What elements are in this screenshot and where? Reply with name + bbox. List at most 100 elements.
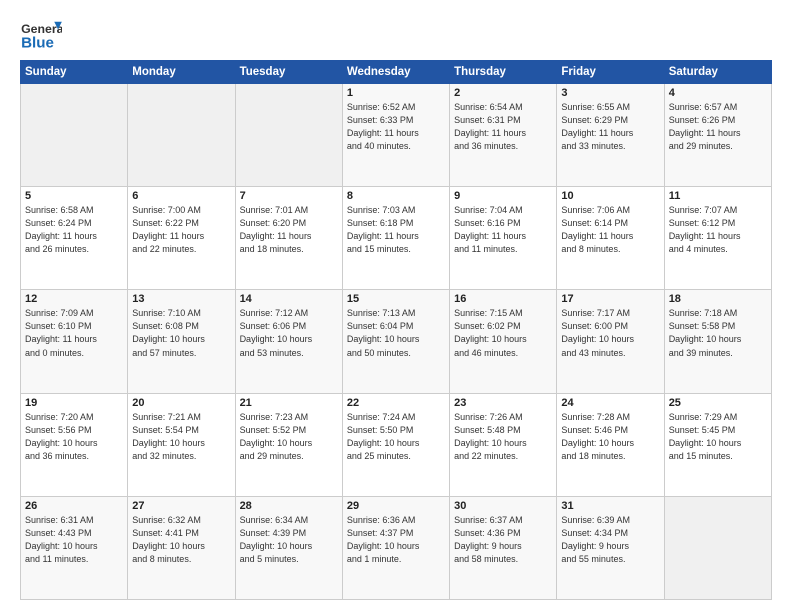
calendar-cell: 24 Sunrise: 7:28 AM Sunset: 5:46 PM Dayli… [557,393,664,496]
day-number: 1 [347,87,445,99]
calendar-cell: 26 Sunrise: 6:31 AM Sunset: 4:43 PM Dayli… [21,496,128,599]
day-number: 12 [25,293,123,305]
day-number: 29 [347,500,445,512]
weekday-header-monday: Monday [128,61,235,84]
day-info: Sunrise: 7:10 AM Sunset: 6:08 PM Dayligh… [132,307,230,359]
day-info: Sunrise: 7:23 AM Sunset: 5:52 PM Dayligh… [240,411,338,463]
day-number: 2 [454,87,552,99]
calendar-cell: 3 Sunrise: 6:55 AM Sunset: 6:29 PM Daylig… [557,84,664,187]
calendar-cell [235,84,342,187]
day-number: 28 [240,500,338,512]
page: General Blue SundayMondayTuesdayWednesda… [0,0,792,612]
svg-text:Blue: Blue [21,34,54,51]
day-number: 13 [132,293,230,305]
day-info: Sunrise: 7:12 AM Sunset: 6:06 PM Dayligh… [240,307,338,359]
weekday-header-tuesday: Tuesday [235,61,342,84]
calendar-cell: 19 Sunrise: 7:20 AM Sunset: 5:56 PM Dayli… [21,393,128,496]
calendar-cell: 7Sunrise: 7:01 AM Sunset: 6:20 PM Daylig… [235,187,342,290]
day-number: 4 [669,87,767,99]
weekday-header-thursday: Thursday [450,61,557,84]
day-number: 27 [132,500,230,512]
calendar-cell: 20Sunrise: 7:21 AM Sunset: 5:54 PM Dayli… [128,393,235,496]
day-number: 6 [132,190,230,202]
day-number: 30 [454,500,552,512]
calendar-cell: 1Sunrise: 6:52 AM Sunset: 6:33 PM Daylig… [342,84,449,187]
calendar-week-4: 19 Sunrise: 7:20 AM Sunset: 5:56 PM Dayli… [21,393,772,496]
calendar-cell [21,84,128,187]
day-info: Sunrise: 6:34 AM Sunset: 4:39 PM Dayligh… [240,514,338,566]
weekday-header-saturday: Saturday [664,61,771,84]
header: General Blue [20,18,772,54]
day-info: Sunrise: 7:29 AM Sunset: 5:45 PM Dayligh… [669,411,767,463]
calendar-cell: 22 Sunrise: 7:24 AM Sunset: 5:50 PM Dayli… [342,393,449,496]
day-number: 9 [454,190,552,202]
day-number: 20 [132,397,230,409]
calendar-week-3: 12 Sunrise: 7:09 AM Sunset: 6:10 PM Dayli… [21,290,772,393]
calendar-cell: 27 Sunrise: 6:32 AM Sunset: 4:41 PM Dayli… [128,496,235,599]
calendar-cell: 15 Sunrise: 7:13 AM Sunset: 6:04 PM Dayli… [342,290,449,393]
day-number: 19 [25,397,123,409]
day-info: Sunrise: 7:09 AM Sunset: 6:10 PM Dayligh… [25,307,123,359]
calendar-cell: 11Sunrise: 7:07 AM Sunset: 6:12 PM Dayli… [664,187,771,290]
weekday-header-row: SundayMondayTuesdayWednesdayThursdayFrid… [21,61,772,84]
day-number: 21 [240,397,338,409]
weekday-header-wednesday: Wednesday [342,61,449,84]
day-info: Sunrise: 6:55 AM Sunset: 6:29 PM Dayligh… [561,101,659,153]
calendar-week-2: 5Sunrise: 6:58 AM Sunset: 6:24 PM Daylig… [21,187,772,290]
day-info: Sunrise: 7:20 AM Sunset: 5:56 PM Dayligh… [25,411,123,463]
day-number: 22 [347,397,445,409]
day-info: Sunrise: 7:17 AM Sunset: 6:00 PM Dayligh… [561,307,659,359]
calendar-cell: 4 Sunrise: 6:57 AM Sunset: 6:26 PM Daylig… [664,84,771,187]
day-info: Sunrise: 6:39 AM Sunset: 4:34 PM Dayligh… [561,514,659,566]
day-info: Sunrise: 7:28 AM Sunset: 5:46 PM Dayligh… [561,411,659,463]
calendar-cell: 21 Sunrise: 7:23 AM Sunset: 5:52 PM Dayli… [235,393,342,496]
calendar-cell [128,84,235,187]
day-number: 17 [561,293,659,305]
day-info: Sunrise: 6:37 AM Sunset: 4:36 PM Dayligh… [454,514,552,566]
day-number: 26 [25,500,123,512]
calendar-cell: 25 Sunrise: 7:29 AM Sunset: 5:45 PM Dayli… [664,393,771,496]
day-info: Sunrise: 7:13 AM Sunset: 6:04 PM Dayligh… [347,307,445,359]
calendar-cell: 28 Sunrise: 6:34 AM Sunset: 4:39 PM Dayli… [235,496,342,599]
day-info: Sunrise: 7:15 AM Sunset: 6:02 PM Dayligh… [454,307,552,359]
day-number: 23 [454,397,552,409]
day-info: Sunrise: 7:00 AM Sunset: 6:22 PM Dayligh… [132,204,230,256]
day-number: 31 [561,500,659,512]
calendar-cell: 18 Sunrise: 7:18 AM Sunset: 5:58 PM Dayli… [664,290,771,393]
day-number: 25 [669,397,767,409]
calendar-cell: 16 Sunrise: 7:15 AM Sunset: 6:02 PM Dayli… [450,290,557,393]
day-number: 10 [561,190,659,202]
calendar-week-1: 1Sunrise: 6:52 AM Sunset: 6:33 PM Daylig… [21,84,772,187]
day-info: Sunrise: 7:01 AM Sunset: 6:20 PM Dayligh… [240,204,338,256]
calendar-cell: 9Sunrise: 7:04 AM Sunset: 6:16 PM Daylig… [450,187,557,290]
day-info: Sunrise: 7:03 AM Sunset: 6:18 PM Dayligh… [347,204,445,256]
day-number: 18 [669,293,767,305]
day-number: 24 [561,397,659,409]
weekday-header-friday: Friday [557,61,664,84]
calendar-cell: 13 Sunrise: 7:10 AM Sunset: 6:08 PM Dayli… [128,290,235,393]
day-info: Sunrise: 7:26 AM Sunset: 5:48 PM Dayligh… [454,411,552,463]
calendar: SundayMondayTuesdayWednesdayThursdayFrid… [20,60,772,600]
day-info: Sunrise: 7:18 AM Sunset: 5:58 PM Dayligh… [669,307,767,359]
logo-icon: General Blue [20,18,62,54]
day-info: Sunrise: 6:31 AM Sunset: 4:43 PM Dayligh… [25,514,123,566]
day-number: 3 [561,87,659,99]
calendar-cell: 30 Sunrise: 6:37 AM Sunset: 4:36 PM Dayli… [450,496,557,599]
day-info: Sunrise: 6:36 AM Sunset: 4:37 PM Dayligh… [347,514,445,566]
calendar-cell: 5Sunrise: 6:58 AM Sunset: 6:24 PM Daylig… [21,187,128,290]
day-number: 15 [347,293,445,305]
logo: General Blue [20,18,62,54]
calendar-cell: 10Sunrise: 7:06 AM Sunset: 6:14 PM Dayli… [557,187,664,290]
calendar-week-5: 26 Sunrise: 6:31 AM Sunset: 4:43 PM Dayli… [21,496,772,599]
calendar-cell: 2Sunrise: 6:54 AM Sunset: 6:31 PM Daylig… [450,84,557,187]
day-info: Sunrise: 7:07 AM Sunset: 6:12 PM Dayligh… [669,204,767,256]
calendar-cell: 17 Sunrise: 7:17 AM Sunset: 6:00 PM Dayli… [557,290,664,393]
weekday-header-sunday: Sunday [21,61,128,84]
day-info: Sunrise: 6:58 AM Sunset: 6:24 PM Dayligh… [25,204,123,256]
day-info: Sunrise: 6:57 AM Sunset: 6:26 PM Dayligh… [669,101,767,153]
calendar-cell: 6 Sunrise: 7:00 AM Sunset: 6:22 PM Daylig… [128,187,235,290]
day-info: Sunrise: 7:24 AM Sunset: 5:50 PM Dayligh… [347,411,445,463]
calendar-cell: 23 Sunrise: 7:26 AM Sunset: 5:48 PM Dayli… [450,393,557,496]
day-info: Sunrise: 6:32 AM Sunset: 4:41 PM Dayligh… [132,514,230,566]
day-number: 16 [454,293,552,305]
